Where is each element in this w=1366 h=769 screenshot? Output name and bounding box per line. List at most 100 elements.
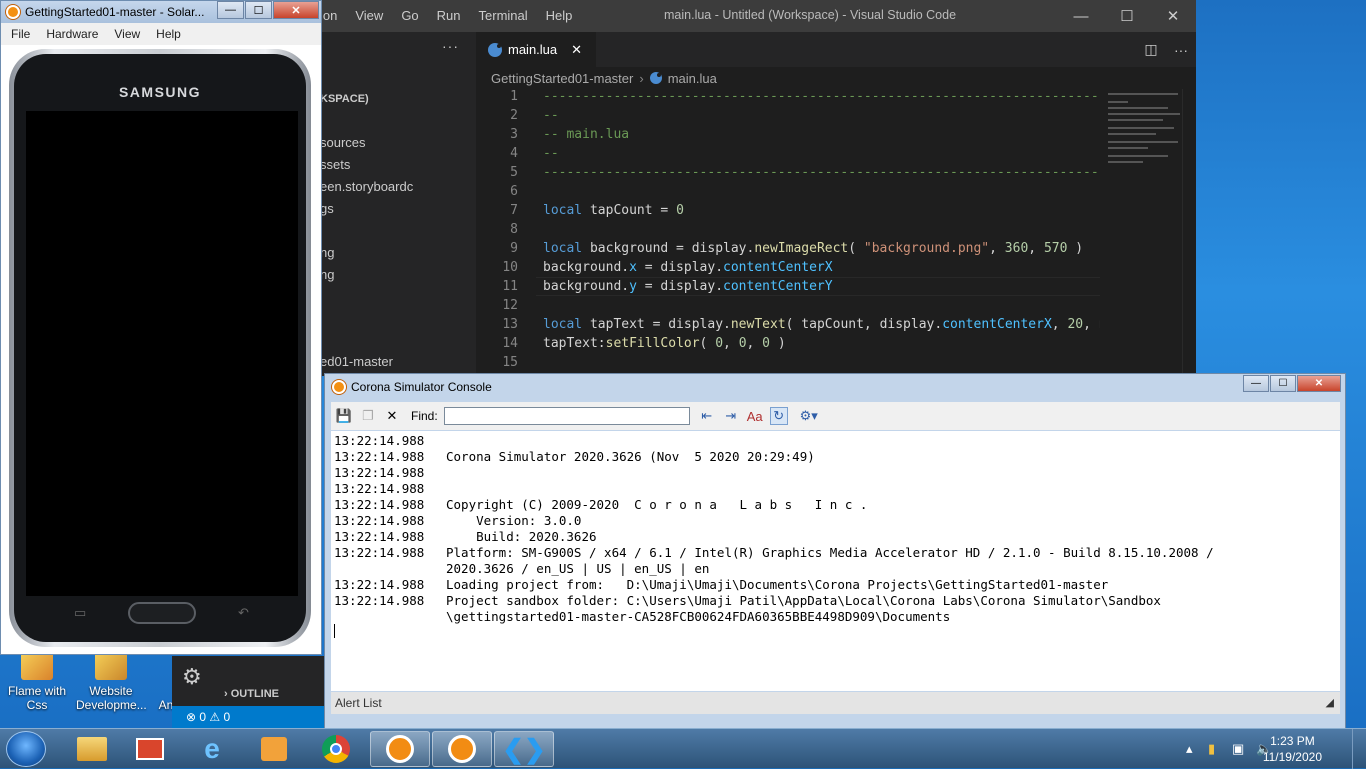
outline-section[interactable]: › OUTLINE — [224, 688, 279, 700]
code-editor[interactable]: 1 2 3 4 5 6 7 8 9 10 11 12 13 14 15 ----… — [476, 89, 1192, 376]
code-token: , — [1028, 241, 1044, 256]
taskbar-vscode[interactable]: ❮❯ — [494, 731, 554, 767]
more-actions-icon[interactable]: ··· — [442, 38, 459, 54]
find-previous-icon[interactable]: ⇤ — [698, 407, 716, 425]
close-icon[interactable]: ✕ — [1150, 0, 1196, 32]
home-button[interactable] — [128, 602, 196, 624]
log-time: 13:22:14.988 — [334, 449, 425, 464]
log-time: 13:22:14.988 — [334, 513, 425, 528]
tree-item-resources[interactable]: sources — [320, 135, 366, 150]
log-time: 13:22:14.988 — [334, 497, 425, 512]
code-token: = display. — [636, 279, 724, 294]
tree-item-assets[interactable]: ssets — [320, 157, 350, 172]
more-editor-actions-icon[interactable]: ··· — [1166, 32, 1196, 67]
pin-icon[interactable]: ◢ — [1326, 696, 1334, 709]
menu-view[interactable]: View — [355, 8, 383, 23]
minimap-line — [1108, 107, 1168, 109]
taskbar-media[interactable] — [244, 731, 304, 767]
clear-icon[interactable]: ✕ — [383, 407, 401, 425]
tree-item-storyboard[interactable]: een.storyboardc — [320, 179, 413, 194]
menu-hardware[interactable]: Hardware — [46, 27, 98, 41]
line-number: 4 — [510, 146, 518, 161]
menu-selection[interactable]: ion — [320, 8, 337, 23]
show-hidden-icons-icon[interactable]: ▴ — [1186, 741, 1193, 757]
taskbar-presentation[interactable] — [120, 731, 180, 767]
corona-icon — [448, 735, 476, 763]
tree-item-settings[interactable]: gs — [320, 201, 334, 216]
menu-help[interactable]: Help — [546, 8, 573, 23]
tab-main-lua[interactable]: main.lua ✕ — [476, 32, 596, 67]
phone-screen[interactable] — [26, 111, 298, 596]
phone-brand: SAMSUNG — [118, 84, 202, 100]
code-token: ( tapCount, display. — [785, 317, 943, 332]
gear-icon[interactable]: ⚙ — [182, 664, 202, 690]
code-token: , — [989, 241, 1005, 256]
desktop-icon-flame[interactable]: Flame with Css — [2, 648, 72, 712]
taskbar-chrome[interactable] — [306, 731, 366, 767]
line-number: 11 — [502, 279, 518, 294]
menu-go[interactable]: Go — [401, 8, 418, 23]
window-title: main.lua - Untitled (Workspace) - Visual… — [664, 8, 957, 22]
taskbar-corona-simulator[interactable] — [370, 731, 430, 767]
match-case-icon[interactable]: Aa — [746, 407, 764, 425]
log-message: Corona Simulator 2020.3626 (Nov 5 2020 2… — [446, 449, 815, 464]
close-icon[interactable]: ✕ — [273, 1, 319, 19]
close-tab-icon[interactable]: ✕ — [571, 42, 582, 58]
code-line: ----------------------------------------… — [543, 165, 1193, 180]
taskbar-corona-console[interactable] — [432, 731, 492, 767]
minimap-line — [1108, 101, 1128, 103]
tree-item-project[interactable]: ed01-master — [320, 354, 393, 369]
settings-dropdown-icon[interactable]: ⚙▾ — [800, 407, 818, 425]
clock[interactable]: 1:23 PM 11/19/2020 — [1263, 733, 1322, 765]
power-icon[interactable]: ▣ — [1232, 741, 1244, 757]
network-icon[interactable]: ▮ — [1208, 741, 1215, 757]
find-input[interactable] — [443, 407, 690, 425]
editor-scrollbar[interactable] — [1182, 89, 1196, 376]
breadcrumb-file[interactable]: main.lua — [668, 71, 717, 86]
line-number: 12 — [502, 298, 518, 313]
menu-terminal[interactable]: Terminal — [479, 8, 528, 23]
log-line: 13:22:14.988 — [334, 433, 424, 448]
menu-run[interactable]: Run — [437, 8, 461, 23]
wrap-search-icon[interactable]: ↻ — [769, 407, 788, 425]
start-button[interactable] — [6, 731, 46, 767]
split-editor-icon[interactable]: ◫ — [1136, 32, 1166, 67]
code-line: local tapCount = 0 — [543, 203, 684, 218]
minimize-icon[interactable]: — — [1243, 375, 1269, 392]
show-desktop-button[interactable] — [1352, 729, 1366, 769]
maximize-icon[interactable]: ☐ — [245, 1, 272, 19]
back-icon[interactable]: ↶ — [238, 605, 249, 621]
console-output[interactable]: 13:22:14.988 13:22:14.988 Corona Simulato… — [331, 431, 1334, 691]
tree-item-png-2[interactable]: ng — [320, 267, 334, 282]
breadcrumb-folder[interactable]: GettingStarted01-master — [491, 71, 633, 86]
minimize-icon[interactable]: — — [217, 1, 244, 19]
maximize-icon[interactable]: ☐ — [1270, 375, 1296, 392]
save-icon[interactable]: 💾 — [335, 407, 353, 425]
status-problems[interactable]: ⊗ 0 ⚠ 0 — [172, 706, 324, 728]
lua-file-icon — [488, 42, 502, 57]
taskbar-ie[interactable]: e — [182, 731, 242, 767]
code-token: , — [746, 336, 763, 351]
menu-view[interactable]: View — [114, 27, 140, 41]
taskbar-explorer[interactable] — [62, 731, 122, 767]
line-number: 7 — [510, 203, 518, 218]
console-scrollbar[interactable] — [1334, 431, 1340, 691]
recent-apps-icon[interactable]: ▭ — [74, 605, 86, 621]
explorer-sidebar: ··· KSPACE) sources ssets een.storyboard… — [320, 32, 476, 376]
log-time: 13:22:14.988 — [334, 577, 425, 592]
tree-item-png-1[interactable]: ng — [320, 245, 334, 260]
log-line: 13:22:14.988 Platform: SM-G900S / x64 / 6… — [334, 545, 1214, 560]
maximize-icon[interactable]: ☐ — [1104, 0, 1150, 32]
log-line: 13:22:14.988 — [334, 465, 424, 480]
copy-icon[interactable]: ❐ — [359, 407, 377, 425]
menu-file[interactable]: File — [11, 27, 30, 41]
line-number: 2 — [510, 108, 518, 123]
simulator-menubar: File Hardware View Help — [1, 23, 321, 45]
menu-help[interactable]: Help — [156, 27, 181, 41]
workspace-header[interactable]: KSPACE) — [320, 93, 369, 105]
code-token: local — [543, 317, 583, 332]
close-icon[interactable]: ✕ — [1297, 375, 1341, 392]
find-next-icon[interactable]: ⇥ — [722, 407, 740, 425]
alert-list-bar[interactable]: Alert List ◢ — [331, 692, 1340, 714]
minimize-icon[interactable]: — — [1058, 0, 1104, 32]
